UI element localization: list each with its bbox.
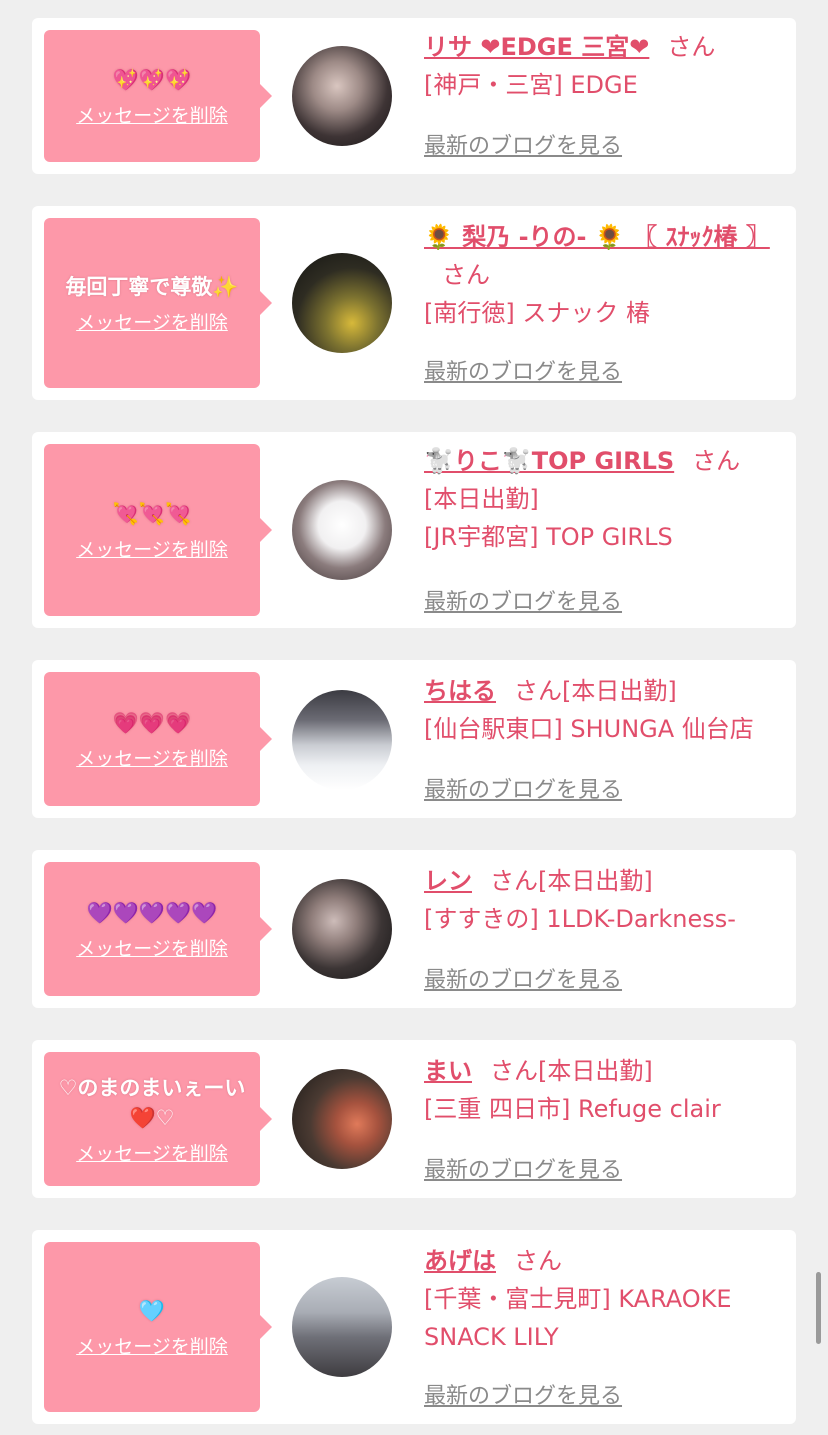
- delete-message-link[interactable]: メッセージを削除: [76, 934, 228, 961]
- honorific: さん: [442, 261, 490, 289]
- delete-message-link[interactable]: メッセージを削除: [76, 308, 228, 335]
- message-bubble: 💖💖💖 メッセージを削除: [44, 30, 272, 162]
- profile-name-link[interactable]: 🌻 梨乃 -りの- 🌻 〖 ｽﾅｯｸ椿 〗: [424, 223, 770, 251]
- message-card: 💗💗💗 メッセージを削除 ちはる さん[本日出勤] [仙台駅東口] SHUNGA …: [32, 660, 796, 818]
- latest-blog-link[interactable]: 最新のブログを見る: [424, 772, 622, 804]
- avatar[interactable]: [292, 253, 392, 353]
- work-status: [本日出勤]: [538, 1057, 653, 1085]
- profile-name-link[interactable]: 🐩りこ🐩TOP GIRLS: [424, 447, 674, 475]
- message-card: 🩵 メッセージを削除 あげは さん [千葉・富士見町] KARAOKE SNACK…: [32, 1230, 796, 1424]
- shop-info: [南行徳] スナック 椿: [424, 299, 650, 327]
- profile-name-link[interactable]: あげは: [424, 1247, 496, 1275]
- message-text: 🩵: [138, 1298, 166, 1323]
- delete-message-link[interactable]: メッセージを削除: [76, 744, 228, 771]
- message-card: ♡のまのまいぇーい❤️♡ メッセージを削除 まい さん[本日出勤] [三重 四日市…: [32, 1040, 796, 1198]
- profile-name-link[interactable]: まい: [424, 1057, 472, 1085]
- message-text: 💘💘💘: [112, 501, 192, 526]
- message-text: 💖💖💖: [112, 67, 192, 92]
- message-bubble: ♡のまのまいぇーい❤️♡ メッセージを削除: [44, 1052, 272, 1186]
- profile-name-link[interactable]: レン: [424, 867, 472, 895]
- honorific: さん: [490, 1057, 538, 1085]
- honorific: さん: [514, 1247, 562, 1275]
- message-card: 毎回丁寧で尊敬✨ メッセージを削除 🌻 梨乃 -りの- 🌻 〖 ｽﾅｯｸ椿 〗さ…: [32, 206, 796, 400]
- latest-blog-link[interactable]: 最新のブログを見る: [424, 584, 622, 616]
- avatar[interactable]: [292, 1277, 392, 1377]
- message-bubble: 💗💗💗 メッセージを削除: [44, 672, 272, 806]
- latest-blog-link[interactable]: 最新のブログを見る: [424, 354, 622, 386]
- message-card: 💜💜💜💜💜 メッセージを削除 レン さん[本日出勤] [すすきの] 1LDK-Da…: [32, 850, 796, 1008]
- delete-message-link[interactable]: メッセージを削除: [76, 1332, 228, 1359]
- message-bubble: 毎回丁寧で尊敬✨ メッセージを削除: [44, 218, 272, 388]
- avatar[interactable]: [292, 46, 392, 146]
- avatar[interactable]: [292, 480, 392, 580]
- latest-blog-link[interactable]: 最新のブログを見る: [424, 128, 622, 160]
- work-status: [本日出勤]: [538, 867, 653, 895]
- latest-blog-link[interactable]: 最新のブログを見る: [424, 1378, 622, 1410]
- message-text: ♡のまのまいぇーい❤️♡: [58, 1075, 246, 1130]
- message-text: 💗💗💗: [112, 710, 192, 735]
- work-status: [本日出勤]: [562, 677, 677, 705]
- message-bubble: 💘💘💘 メッセージを削除: [44, 444, 272, 616]
- avatar[interactable]: [292, 1069, 392, 1169]
- profile-name-link[interactable]: リサ ❤EDGE 三宮❤: [424, 33, 649, 61]
- shop-info: [三重 四日市] Refuge clair: [424, 1095, 721, 1123]
- profile-name-link[interactable]: ちはる: [424, 677, 496, 705]
- honorific: さん: [490, 867, 538, 895]
- message-bubble: 💜💜💜💜💜 メッセージを削除: [44, 862, 272, 996]
- message-text: 💜💜💜💜💜: [86, 900, 218, 925]
- latest-blog-link[interactable]: 最新のブログを見る: [424, 1152, 622, 1184]
- delete-message-link[interactable]: メッセージを削除: [76, 535, 228, 562]
- shop-info: [本日出勤]: [424, 485, 539, 513]
- delete-message-link[interactable]: メッセージを削除: [76, 101, 228, 128]
- shop-info: [JR宇都宮] TOP GIRLS: [424, 523, 673, 551]
- message-bubble: 🩵 メッセージを削除: [44, 1242, 272, 1412]
- message-card: 💖💖💖 メッセージを削除 リサ ❤EDGE 三宮❤ さん [神戸・三宮] EDGE…: [32, 18, 796, 174]
- shop-info: [千葉・富士見町] KARAOKE SNACK LILY: [424, 1285, 732, 1351]
- message-card: 💘💘💘 メッセージを削除 🐩りこ🐩TOP GIRLS さん [本日出勤] [JR宇…: [32, 432, 796, 628]
- honorific: さん: [514, 677, 562, 705]
- honorific: さん: [692, 447, 741, 475]
- avatar[interactable]: [292, 690, 392, 790]
- shop-info: [神戸・三宮] EDGE: [424, 71, 638, 99]
- shop-info: [仙台駅東口] SHUNGA 仙台店: [424, 715, 754, 743]
- latest-blog-link[interactable]: 最新のブログを見る: [424, 962, 622, 994]
- shop-info: [すすきの] 1LDK-Darkness-: [424, 905, 736, 933]
- avatar[interactable]: [292, 879, 392, 979]
- message-text: 毎回丁寧で尊敬✨: [65, 274, 239, 299]
- delete-message-link[interactable]: メッセージを削除: [76, 1139, 228, 1166]
- scrollbar[interactable]: [816, 1272, 821, 1344]
- honorific: さん: [667, 33, 716, 61]
